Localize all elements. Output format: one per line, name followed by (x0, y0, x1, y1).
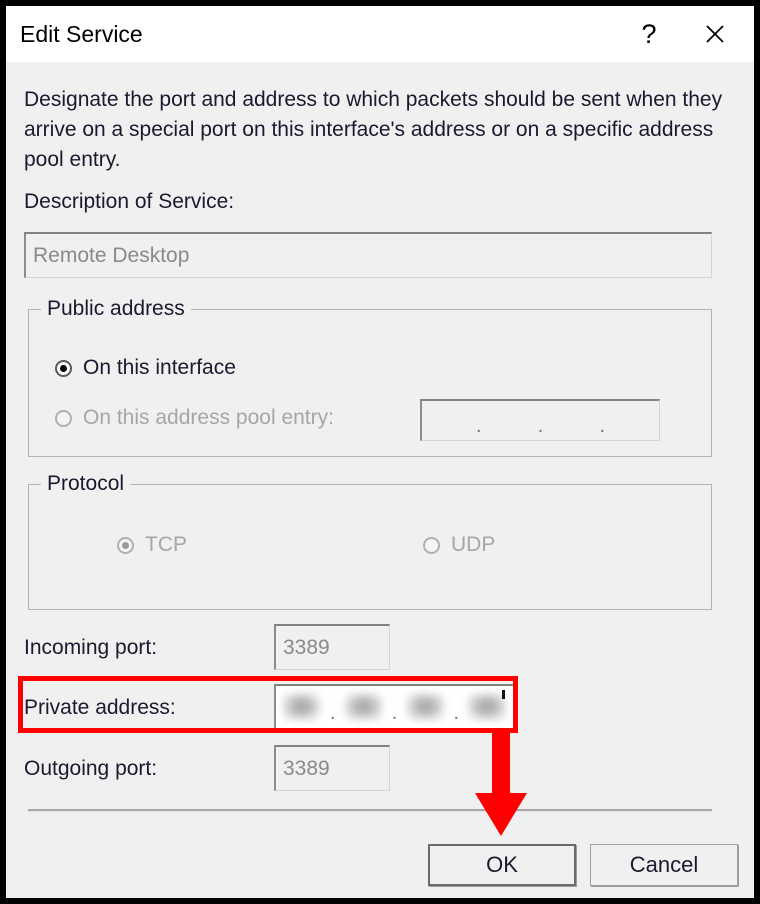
private-ip-separator-3: . (453, 701, 460, 724)
radio-udp-icon (423, 536, 440, 554)
private-ip-octet-1[interactable] (276, 686, 328, 729)
close-icon (706, 25, 724, 43)
public-address-legend: Public address (41, 297, 191, 321)
cancel-button[interactable]: Cancel (590, 844, 738, 886)
dialog-title: Edit Service (20, 21, 143, 47)
ip-octet-2[interactable] (484, 401, 536, 440)
description-of-service-label: Description of Service: (24, 190, 235, 213)
private-ip-octet-3[interactable] (400, 686, 452, 729)
radio-tcp-icon (117, 536, 134, 554)
private-address-label: Private address: (24, 696, 176, 719)
incoming-port-input[interactable]: 3389 (274, 624, 390, 670)
address-pool-entry-ip-input[interactable]: . . . (420, 399, 660, 441)
incoming-port-value: 3389 (283, 635, 330, 659)
radio-on-this-address-pool-entry-icon (55, 409, 72, 427)
radio-tcp[interactable]: TCP (117, 533, 187, 557)
close-button[interactable] (692, 6, 738, 62)
radio-udp-label: UDP (451, 533, 496, 556)
outgoing-port-label: Outgoing port: (24, 757, 158, 780)
screenshot-root: Edit Service ? Designate the port and ad… (0, 0, 760, 904)
edit-service-dialog: Edit Service ? Designate the port and ad… (6, 6, 754, 898)
public-address-groupbox: Public address On this interface On this… (28, 297, 712, 457)
description-of-service-input[interactable]: Remote Desktop (24, 232, 712, 278)
ip-octet-1[interactable] (422, 401, 474, 440)
private-ip-octet-4[interactable] (461, 686, 513, 729)
dialog-titlebar: Edit Service ? (6, 6, 754, 62)
button-separator (28, 809, 712, 812)
ip-separator-1: . (475, 414, 482, 437)
private-ip-octet-2[interactable] (338, 686, 390, 729)
protocol-legend: Protocol (41, 472, 131, 496)
private-ip-separator-2: . (391, 701, 398, 724)
incoming-port-label: Incoming port: (24, 636, 158, 659)
ip-separator-2: . (537, 414, 544, 437)
radio-on-this-interface-label: On this interface (83, 356, 236, 379)
ip-separator-3: . (599, 414, 606, 437)
private-address-ip-input[interactable]: . . . (274, 684, 514, 730)
radio-on-this-interface-icon (55, 359, 72, 377)
ip-octet-3[interactable] (546, 401, 598, 440)
dialog-description: Designate the port and address to which … (24, 88, 723, 171)
protocol-groupbox: Protocol TCP UDP (28, 472, 712, 610)
dialog-body: Designate the port and address to which … (6, 62, 754, 898)
radio-on-this-address-pool-entry[interactable]: On this address pool entry: (55, 406, 334, 430)
radio-udp[interactable]: UDP (423, 533, 495, 557)
radio-tcp-label: TCP (145, 533, 187, 556)
radio-on-this-interface[interactable]: On this interface (55, 356, 236, 380)
radio-on-this-address-pool-entry-label: On this address pool entry: (83, 406, 334, 429)
description-of-service-value: Remote Desktop (33, 243, 190, 267)
ip-octet-4[interactable] (607, 401, 659, 440)
private-ip-separator-1: . (329, 701, 336, 724)
outgoing-port-input[interactable]: 3389 (274, 745, 390, 791)
outgoing-port-value: 3389 (283, 756, 330, 780)
ok-button[interactable]: OK (428, 844, 576, 886)
help-button[interactable]: ? (626, 6, 672, 62)
